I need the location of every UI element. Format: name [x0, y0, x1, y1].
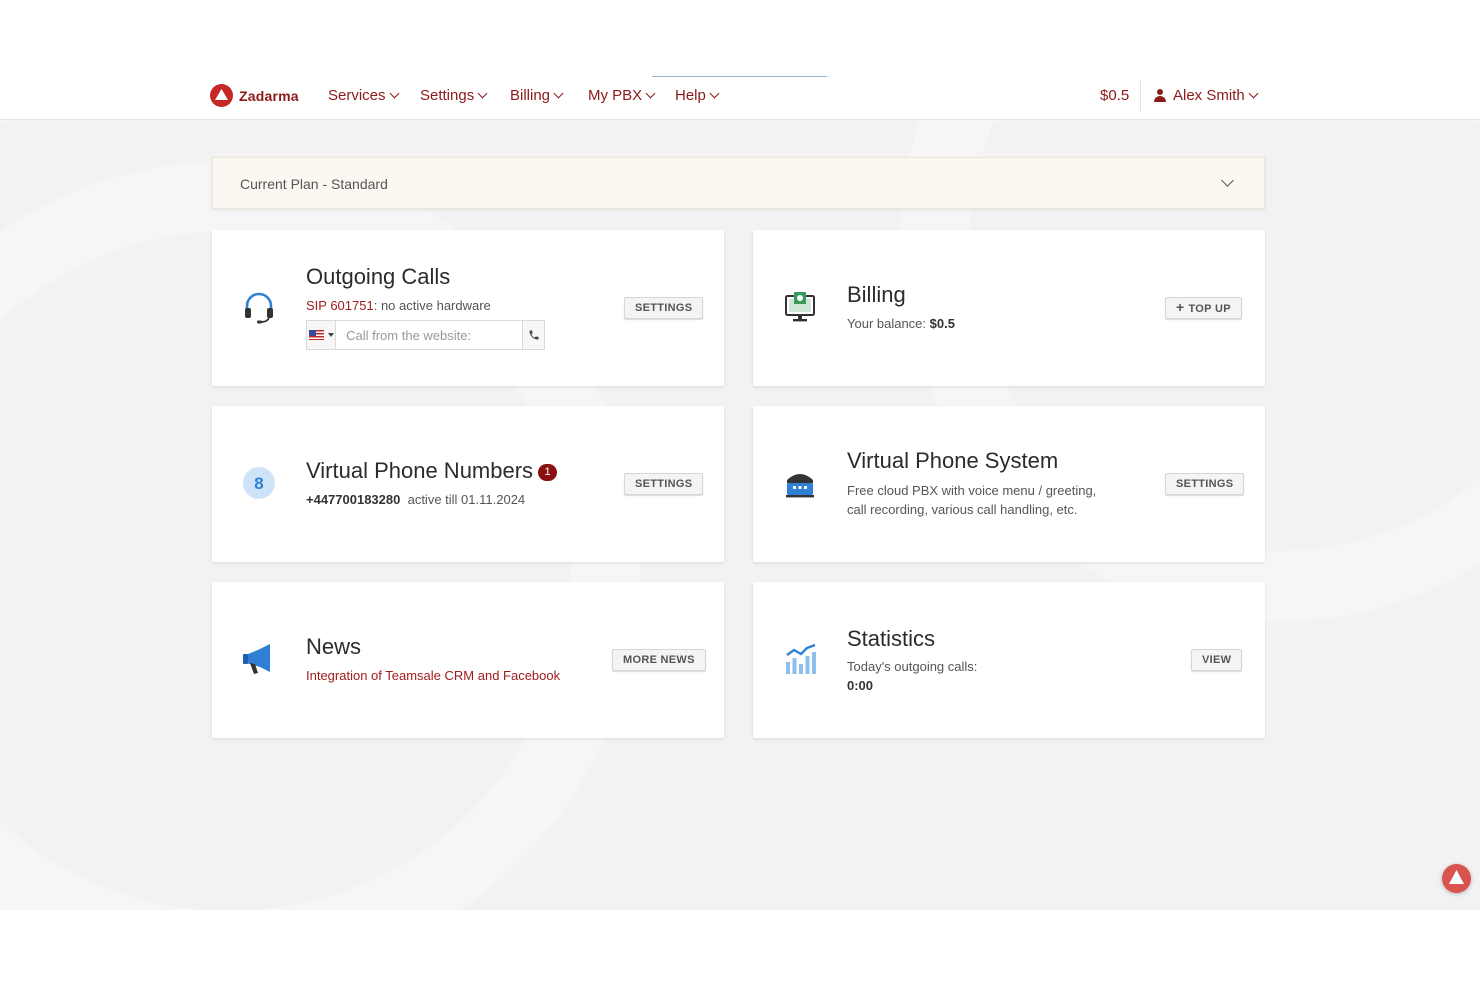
header-balance[interactable]: $0.5 — [1100, 87, 1129, 104]
chevron-down-icon — [477, 88, 488, 99]
caret-down-icon — [327, 333, 334, 337]
statistics-card: Statistics Today's outgoing calls: 0:00 … — [753, 582, 1265, 738]
chevron-down-icon — [553, 88, 564, 99]
virtual-numbers-title: Virtual Phone Numbers 1 — [306, 458, 558, 484]
nav-help[interactable]: Help — [675, 87, 720, 104]
billing-balance-value: $0.5 — [929, 316, 955, 331]
chevron-down-icon — [709, 88, 720, 99]
current-plan-panel[interactable]: Current Plan - Standard — [212, 157, 1265, 209]
header-divider — [1140, 80, 1141, 112]
billing-card: Billing Your balance: $0.5 + TOP UP — [753, 230, 1265, 386]
nav-my-pbx[interactable]: My PBX — [588, 87, 656, 104]
number-active-until: active till 01.11.2024 — [407, 492, 526, 507]
zadarma-logo[interactable]: Zadarma — [210, 84, 299, 107]
website-call-widget — [306, 320, 545, 350]
logo-text: Zadarma — [239, 87, 299, 104]
nav-help-label: Help — [675, 87, 706, 104]
call-button[interactable] — [522, 321, 544, 349]
plus-icon: + — [1176, 299, 1185, 315]
number-icon-digit: 8 — [254, 474, 263, 493]
virtual-pbx-card: Virtual Phone System Free cloud PBX with… — [753, 406, 1265, 562]
nav-settings-label: Settings — [420, 87, 475, 104]
outgoing-calls-card: Outgoing Calls SIP 601751: no active har… — [212, 230, 724, 386]
user-menu[interactable]: Alex Smith — [1154, 87, 1259, 104]
phone-number-info: +447700183280 active till 01.11.2024 — [306, 490, 525, 509]
pbx-settings-button[interactable]: SETTINGS — [1165, 473, 1245, 495]
news-title: News — [306, 634, 362, 659]
news-card: News Integration of Teamsale CRM and Fac… — [212, 582, 724, 738]
megaphone-icon — [243, 644, 270, 674]
billing-title: Billing — [847, 282, 906, 307]
virtual-pbx-title: Virtual Phone System — [847, 448, 1059, 473]
phone-number[interactable]: +447700183280 — [306, 492, 400, 507]
chat-widget-button[interactable] — [1442, 864, 1471, 893]
loading-indicator — [652, 76, 827, 77]
us-flag-icon — [308, 330, 324, 340]
billing-balance: Your balance: $0.5 — [847, 314, 955, 333]
news-headline-link[interactable]: Integration of Teamsale CRM and Facebook — [306, 666, 560, 685]
statistics-summary: Today's outgoing calls: 0:00 — [847, 657, 977, 695]
nav-billing-label: Billing — [510, 87, 551, 104]
number-icon: 8 — [243, 467, 275, 499]
outgoing-settings-button[interactable]: SETTINGS — [624, 297, 704, 319]
zadarma-logo-icon — [210, 84, 233, 107]
nav-settings[interactable]: Settings — [420, 87, 488, 104]
outgoing-calls-value: 0:00 — [847, 678, 874, 693]
outgoing-calls-label: Today's outgoing calls: — [847, 659, 978, 674]
nav-services-label: Services — [328, 87, 386, 104]
call-from-website-input[interactable] — [336, 321, 523, 349]
user-icon — [1154, 89, 1166, 102]
sip-status: SIP 601751: no active hardware — [306, 296, 491, 315]
numbers-settings-button[interactable]: SETTINGS — [624, 473, 704, 495]
top-navigation-bar: Zadarma Services Settings Billing My PBX… — [0, 0, 1480, 120]
virtual-pbx-description-line1: Free cloud PBX with voice menu / greetin… — [847, 483, 1097, 498]
chevron-down-icon — [389, 88, 399, 99]
phone-icon — [529, 330, 539, 340]
sip-account-link[interactable]: SIP 601751 — [306, 298, 374, 313]
user-name: Alex Smith — [1173, 87, 1245, 104]
chevron-down-icon — [645, 88, 656, 99]
virtual-pbx-description-line2: call recording, various call handling, e… — [847, 502, 1078, 517]
top-up-label: TOP UP — [1188, 303, 1231, 315]
statistics-title: Statistics — [847, 626, 936, 651]
billing-monitor-icon — [785, 292, 815, 322]
top-up-button[interactable]: + TOP UP — [1165, 297, 1242, 319]
notification-badge: 1 — [538, 464, 558, 481]
pbx-phone-icon — [786, 474, 814, 498]
virtual-numbers-title-text: Virtual Phone Numbers — [306, 458, 534, 483]
nav-services[interactable]: Services — [328, 87, 399, 104]
statistics-chart-icon — [786, 643, 816, 674]
current-plan-label: Current Plan - Standard — [240, 176, 388, 192]
nav-billing[interactable]: Billing — [510, 87, 564, 104]
chevron-down-icon — [1248, 88, 1259, 99]
country-selector[interactable] — [307, 321, 337, 349]
chevron-down-icon[interactable] — [1221, 174, 1234, 187]
outgoing-calls-title: Outgoing Calls — [306, 264, 451, 289]
virtual-pbx-description: Free cloud PBX with voice menu / greetin… — [847, 481, 1096, 519]
more-news-button[interactable]: MORE NEWS — [612, 649, 706, 671]
headset-icon — [245, 292, 273, 324]
virtual-numbers-card: 8 Virtual Phone Numbers 1 +447700183280 a… — [212, 406, 724, 562]
sip-status-text: : no active hardware — [373, 298, 491, 313]
billing-balance-label: Your balance: — [847, 316, 930, 331]
nav-my-pbx-label: My PBX — [588, 87, 643, 104]
view-statistics-button[interactable]: VIEW — [1191, 649, 1243, 671]
